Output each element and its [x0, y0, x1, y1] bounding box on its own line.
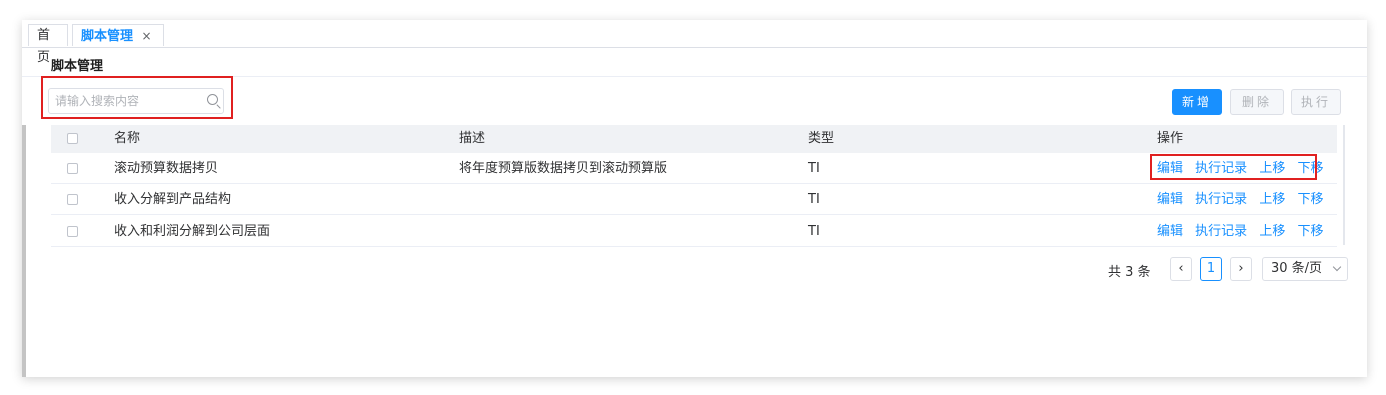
- edit-link[interactable]: 编辑: [1157, 224, 1183, 239]
- table-header: 名称 描述 类型 操作: [51, 125, 1337, 153]
- next-page-button[interactable]: ›: [1230, 257, 1252, 281]
- prev-page-button[interactable]: ‹: [1170, 257, 1192, 281]
- execute-button[interactable]: 执行: [1291, 89, 1341, 115]
- tab-bar: 首页 脚本管理 ×: [22, 20, 1367, 65]
- page-title: 脚本管理: [51, 59, 104, 74]
- search-icon[interactable]: [207, 94, 218, 105]
- column-header-type: 类型: [808, 131, 835, 146]
- delete-button[interactable]: 删除: [1230, 89, 1284, 115]
- row-checkbox[interactable]: [67, 163, 78, 174]
- row-actions: 编辑 执行记录 上移 下移: [1157, 184, 1323, 215]
- page-size-value: 30 条/页: [1271, 261, 1323, 276]
- tab-home[interactable]: 首页: [28, 24, 68, 65]
- table-row: 收入和利润分解到公司层面 TI 编辑 执行记录 上移 下移: [51, 216, 1337, 247]
- close-icon[interactable]: ×: [142, 29, 152, 43]
- tab-home-label: 首页: [37, 28, 51, 65]
- move-up-link[interactable]: 上移: [1259, 192, 1285, 207]
- row-type: TI: [808, 192, 820, 207]
- row-actions: 编辑 执行记录 上移 下移: [1157, 216, 1323, 247]
- table-row: 滚动预算数据拷贝 将年度预算版数据拷贝到滚动预算版 TI 编辑 执行记录 上移 …: [51, 153, 1337, 184]
- row-type: TI: [808, 224, 820, 239]
- execution-history-link[interactable]: 执行记录: [1195, 192, 1247, 207]
- page-number-button[interactable]: 1: [1200, 257, 1222, 281]
- search-input[interactable]: [48, 88, 224, 114]
- pagination-total: 共 3 条: [1108, 265, 1151, 280]
- page-size-select[interactable]: 30 条/页: [1262, 257, 1348, 281]
- move-up-link[interactable]: 上移: [1259, 224, 1285, 239]
- execution-history-link[interactable]: 执行记录: [1195, 224, 1247, 239]
- row-name: 收入分解到产品结构: [114, 192, 232, 207]
- tab-script-management-label: 脚本管理: [81, 29, 134, 44]
- actions-highlight-box: [1150, 154, 1317, 180]
- select-all-checkbox[interactable]: [67, 133, 78, 144]
- chevron-left-icon: ‹: [1178, 261, 1184, 276]
- row-checkbox[interactable]: [67, 194, 78, 205]
- table-row: 收入分解到产品结构 TI 编辑 执行记录 上移 下移: [51, 184, 1337, 215]
- add-button[interactable]: 新增: [1172, 89, 1222, 115]
- window-edge: [22, 125, 26, 377]
- edit-link[interactable]: 编辑: [1157, 192, 1183, 207]
- column-header-name: 名称: [114, 131, 141, 146]
- table-scrollbar[interactable]: [1343, 125, 1345, 245]
- row-name: 收入和利润分解到公司层面: [114, 224, 271, 239]
- chevron-right-icon: ›: [1238, 261, 1244, 276]
- chevron-down-icon: [1332, 262, 1342, 272]
- row-type: TI: [808, 161, 820, 176]
- column-header-actions: 操作: [1157, 131, 1184, 146]
- app-window: 首页 脚本管理 × 脚本管理 新增 删除 执行 名称 描述 类型 操作 滚动预算…: [22, 20, 1367, 377]
- move-down-link[interactable]: 下移: [1297, 192, 1323, 207]
- column-header-description: 描述: [459, 131, 486, 146]
- row-name: 滚动预算数据拷贝: [114, 161, 219, 176]
- move-down-link[interactable]: 下移: [1297, 224, 1323, 239]
- tab-script-management[interactable]: 脚本管理 ×: [72, 24, 164, 46]
- row-checkbox[interactable]: [67, 226, 78, 237]
- row-description: 将年度预算版数据拷贝到滚动预算版: [459, 161, 668, 176]
